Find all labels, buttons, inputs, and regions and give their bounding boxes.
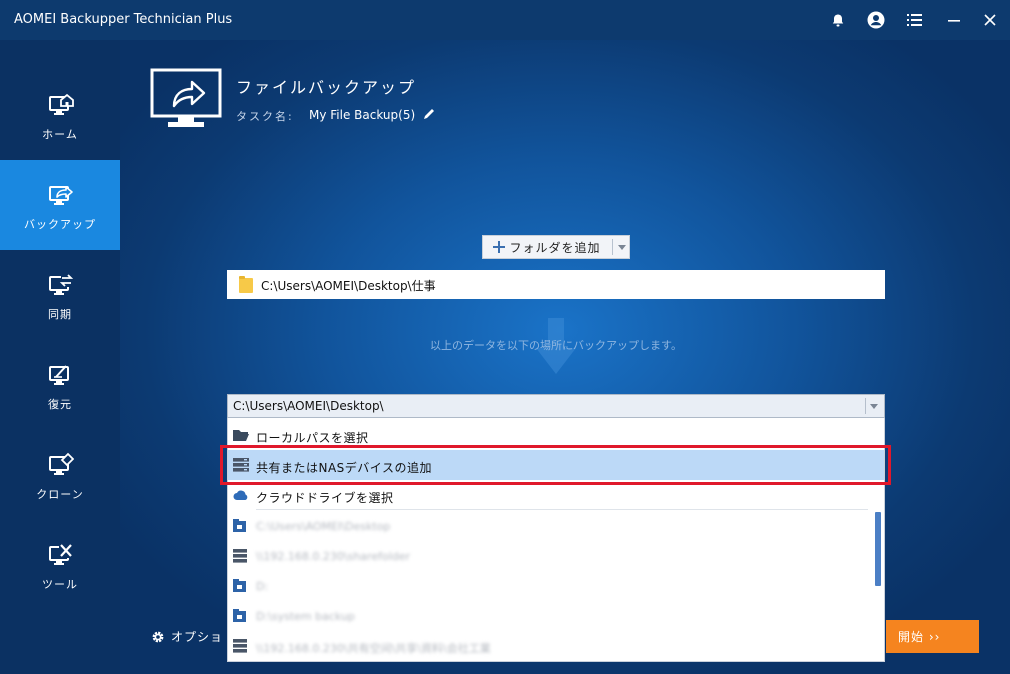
restore-monitor-icon: [49, 365, 69, 385]
backup-monitor-icon: [49, 186, 73, 205]
home-monitor-icon: [49, 93, 74, 115]
sidebar-item-home[interactable]: ホーム: [0, 70, 120, 160]
pencil-icon[interactable]: [422, 107, 436, 121]
highlight-box: [220, 445, 891, 485]
sidebar: ホーム バックアップ 同期 復元 クローン ツール: [0, 40, 120, 674]
recent-item[interactable]: \\192.168.0.230\共有空间\共享\資料\会社工業: [228, 631, 884, 661]
add-folder-dropdown[interactable]: [614, 236, 630, 258]
recent-item-label: \\192.168.0.230\sharefolder: [256, 550, 411, 563]
recent-item[interactable]: C:\Users\AOMEI\Desktop: [228, 511, 884, 541]
local-folder-icon: [233, 519, 246, 532]
start-label: 開始 ››: [898, 630, 941, 644]
add-folder-button[interactable]: フォルダを追加: [482, 235, 630, 259]
recent-item[interactable]: D:: [228, 571, 884, 601]
backup-hint: 以上のデータを以下の場所にバックアップします。: [430, 339, 682, 352]
divider: [865, 398, 866, 414]
option-label: ローカルパスを選択: [256, 431, 369, 445]
nas-server-icon: [233, 639, 247, 653]
recent-item-label: D:\system backup: [256, 610, 355, 623]
local-folder-icon: [233, 579, 246, 592]
minimize-icon[interactable]: [942, 8, 966, 32]
recent-item-label: D:: [256, 580, 269, 593]
source-path-box[interactable]: C:\Users\AOMEI\Desktop\仕事: [227, 270, 885, 299]
sidebar-item-label: クローン: [36, 488, 84, 501]
recent-item[interactable]: \\192.168.0.230\sharefolder: [228, 541, 884, 571]
sidebar-item-label: 同期: [48, 308, 72, 321]
divider: [612, 239, 613, 255]
folder-open-icon: [233, 430, 249, 441]
clone-monitor-icon: [49, 452, 74, 475]
dropdown-scrollbar[interactable]: [875, 512, 881, 586]
recent-item[interactable]: D:\system backup: [228, 601, 884, 631]
destination-value: C:\Users\AOMEI\Desktop\: [233, 399, 384, 413]
task-name-label: タスク名:: [236, 110, 294, 123]
source-path: C:\Users\AOMEI\Desktop\仕事: [261, 279, 436, 293]
close-icon[interactable]: [978, 8, 1002, 32]
app-window: AOMEI Backupper Technician Plus ホーム バックア…: [0, 0, 1010, 674]
nas-server-icon: [233, 549, 247, 563]
app-title: AOMEI Backupper Technician Plus: [14, 12, 233, 27]
sidebar-item-tools[interactable]: ツール: [0, 520, 120, 610]
page-title: ファイルバックアップ: [236, 78, 417, 97]
sync-monitor-icon: [49, 274, 74, 295]
user-icon[interactable]: [864, 8, 888, 32]
sidebar-item-label: バックアップ: [24, 218, 96, 231]
add-folder-main[interactable]: フォルダを追加: [483, 236, 611, 258]
gear-icon: [152, 631, 164, 642]
local-folder-icon: [233, 609, 246, 622]
task-name-value: My File Backup(5): [309, 108, 416, 122]
title-bar: AOMEI Backupper Technician Plus: [0, 0, 1010, 40]
file-backup-monitor-icon: [150, 68, 222, 127]
sidebar-item-clone[interactable]: クローン: [0, 430, 120, 520]
sidebar-item-label: 復元: [48, 398, 72, 411]
sidebar-item-label: ツール: [42, 578, 78, 591]
destination-select[interactable]: C:\Users\AOMEI\Desktop\: [227, 394, 885, 418]
chevron-down-icon: [870, 403, 878, 409]
start-button[interactable]: 開始 ››: [886, 620, 979, 653]
bell-icon[interactable]: [826, 8, 850, 32]
sidebar-item-restore[interactable]: 復元: [0, 340, 120, 430]
chevron-down-icon: [618, 244, 626, 250]
sidebar-item-label: ホーム: [42, 128, 78, 141]
recent-item-label: C:\Users\AOMEI\Desktop: [256, 520, 391, 533]
divider: [256, 509, 868, 510]
cloud-icon: [233, 490, 248, 500]
add-folder-label: フォルダを追加: [509, 240, 601, 255]
options-label: オプショ: [171, 630, 224, 644]
menu-icon[interactable]: [902, 8, 926, 32]
sidebar-item-sync[interactable]: 同期: [0, 250, 120, 340]
tools-monitor-icon: [49, 543, 73, 565]
option-label: クラウドドライブを選択: [256, 491, 394, 505]
recent-item-label: \\192.168.0.230\共有空间\共享\資料\会社工業: [256, 642, 491, 655]
sidebar-item-backup[interactable]: バックアップ: [0, 160, 120, 250]
destination-dropdown-toggle[interactable]: [868, 398, 880, 414]
folder-icon: [239, 276, 253, 293]
options-button[interactable]: オプショ: [151, 628, 223, 645]
plus-icon: [493, 241, 506, 253]
